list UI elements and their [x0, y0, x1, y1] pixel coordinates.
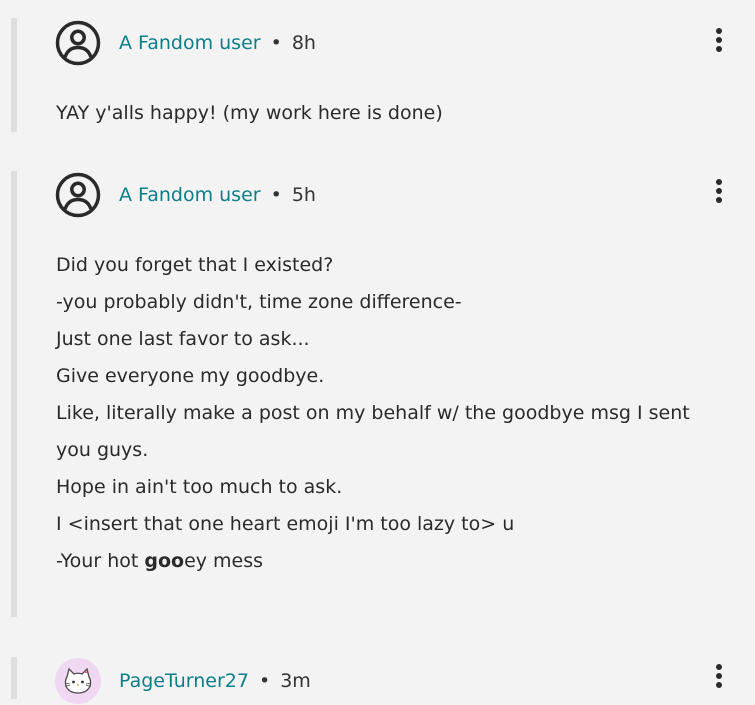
- comment-timestamp: 8h: [291, 32, 316, 54]
- comment-timestamp: 5h: [291, 184, 316, 206]
- thread-bar: [11, 18, 17, 132]
- signature-suffix: ey mess: [184, 550, 264, 572]
- thread-bar: [11, 657, 17, 699]
- comment-text-line: Did you forget that I existed?: [56, 254, 334, 276]
- user-circle-icon[interactable]: [55, 20, 101, 66]
- comment-text-line: Like, literally make a post on my behalf…: [56, 402, 690, 424]
- cat-avatar-icon[interactable]: [55, 658, 101, 704]
- comment-header: A Fandom user • 5h: [55, 171, 316, 219]
- username-link[interactable]: PageTurner27: [119, 670, 249, 692]
- separator-dot: •: [258, 670, 271, 692]
- username-link[interactable]: A Fandom user: [119, 184, 261, 206]
- comment-body: Did you forget that I existed? -you prob…: [56, 247, 735, 580]
- comment-header: A Fandom user • 8h: [55, 19, 316, 67]
- more-options-icon[interactable]: [715, 179, 723, 205]
- signature-prefix: -Your hot: [56, 550, 145, 572]
- comment-body: YAY y'alls happy! (my work here is done): [56, 95, 735, 132]
- separator-dot: •: [270, 184, 282, 206]
- more-options-icon[interactable]: [715, 28, 723, 54]
- thread-bar: [11, 171, 17, 617]
- comment-text-line: Just one last favor to ask...: [56, 328, 310, 350]
- separator-dot: •: [270, 32, 282, 54]
- comment-text-line: you guys.: [56, 439, 149, 461]
- comment-text-line: Hope in ain't too much to ask.: [56, 476, 343, 498]
- comment-text-line: -you probably didn't, time zone differen…: [56, 291, 462, 313]
- signature-bold: goo: [144, 550, 185, 572]
- more-options-icon[interactable]: [715, 664, 723, 690]
- comment-text-line: -Your hot gooey mess: [56, 543, 735, 580]
- comment-header: PageTurner27 • 3m: [55, 657, 311, 705]
- comment-text-line: I <insert that one heart emoji I'm too l…: [56, 513, 515, 535]
- comment-timestamp: 3m: [280, 670, 311, 692]
- user-circle-icon[interactable]: [55, 172, 101, 218]
- comment-text-line: Give everyone my goodbye.: [56, 365, 325, 387]
- comment-text-line: YAY y'alls happy! (my work here is done): [56, 102, 443, 124]
- username-link[interactable]: A Fandom user: [119, 32, 261, 54]
